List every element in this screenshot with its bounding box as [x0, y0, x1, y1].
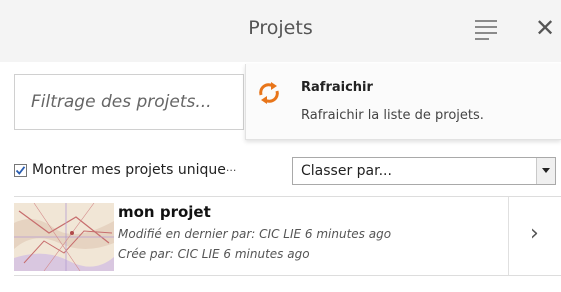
refresh-icon[interactable] — [256, 80, 282, 106]
project-name: mon projet — [118, 203, 211, 221]
hamburger-icon[interactable] — [475, 20, 499, 42]
project-map-thumbnail — [14, 203, 114, 271]
project-list-item[interactable]: mon projet Modifié en dernier par: CIC L… — [14, 196, 561, 276]
tooltip-title: Rafraichir — [301, 80, 373, 95]
only-my-projects-checkbox[interactable] — [14, 164, 27, 177]
only-my-projects-label[interactable]: Montrer mes projets unique··· — [32, 162, 236, 178]
projects-panel: Projets ✕ Rafraichir Rafraichir la liste… — [0, 0, 561, 292]
only-my-projects-text: Montrer mes projets unique — [32, 162, 226, 178]
chevron-down-icon[interactable] — [536, 158, 555, 184]
sort-select-value: Classer par... — [301, 163, 392, 179]
project-filter-input[interactable] — [14, 74, 244, 130]
chevron-right-icon[interactable]: › — [530, 221, 539, 246]
sort-select[interactable]: Classer par... — [292, 157, 556, 185]
checkmark-icon — [15, 166, 26, 175]
close-icon[interactable]: ✕ — [533, 14, 557, 42]
truncation-ellipsis: ··· — [225, 164, 237, 177]
project-created: Crée par: CIC LIE 6 minutes ago — [118, 247, 310, 261]
project-modified: Modifié en dernier par: CIC LIE 6 minute… — [118, 227, 392, 241]
item-divider — [508, 197, 509, 275]
tooltip-description: Rafraichir la liste de projets. — [301, 108, 484, 123]
refresh-tooltip: Rafraichir Rafraichir la liste de projet… — [245, 64, 561, 140]
panel-header: Projets ✕ — [0, 0, 561, 62]
